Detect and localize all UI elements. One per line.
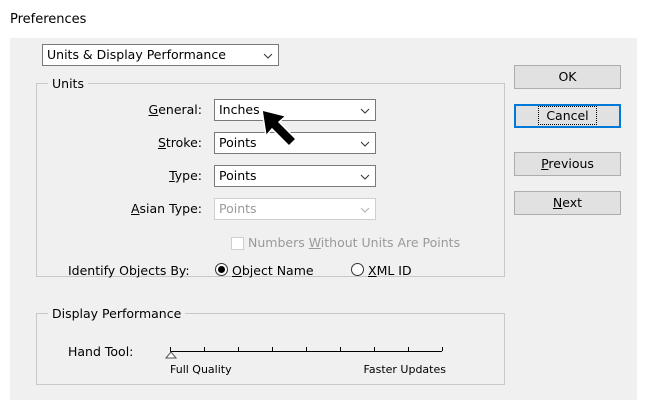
hand-tool-label: Hand Tool: [68,344,134,359]
chevron-down-icon [355,166,375,186]
ok-button[interactable]: OK [514,65,621,89]
numbers-without-units-label: Numbers Without Units Are Points [248,235,461,250]
chevron-down-icon [258,45,278,65]
object-name-label[interactable]: Object Name [232,263,314,278]
xml-id-label[interactable]: XML ID [368,263,412,278]
slider-tick [374,347,375,351]
slider-tick [272,347,273,351]
stroke-units-value: Points [219,135,257,150]
identify-objects-label: Identify Objects By: [68,263,190,278]
numbers-without-units-checkbox [231,237,244,250]
display-performance-legend: Display Performance [48,306,186,321]
xml-id-radio[interactable] [351,263,364,276]
previous-button[interactable]: Previous [514,152,621,176]
window-title: Preferences [10,12,87,27]
section-select-value: Units & Display Performance [47,47,226,62]
slider-right-label: Faster Updates [363,363,446,376]
asian-type-label: Asian Type: [130,201,202,216]
radio-selected-dot [218,266,225,273]
stroke-label: Stroke: [157,135,202,150]
slider-tick [238,347,239,351]
general-label: General: [148,102,202,117]
slider-tick [340,347,341,351]
slider-tick [442,347,443,351]
object-name-radio[interactable] [215,263,228,276]
section-select[interactable]: Units & Display Performance [42,44,279,66]
slider-tick [306,347,307,351]
chevron-down-icon [355,199,375,219]
slider-thumb-icon[interactable] [165,351,177,359]
chevron-down-icon [355,100,375,120]
general-units-value: Inches [219,102,260,117]
chevron-down-icon [355,133,375,153]
next-button[interactable]: Next [514,191,621,215]
hand-tool-slider-track[interactable] [170,351,442,352]
type-units-value: Points [219,168,257,183]
asian-type-units-value: Points [219,201,257,216]
slider-tick [408,347,409,351]
dialog-client-area: Units & Display Performance Units Genera… [10,38,637,400]
asian-type-units-select: Points [214,198,376,220]
units-legend: Units [48,76,88,91]
cancel-button[interactable]: Cancel [514,104,621,128]
slider-tick [204,347,205,351]
slider-left-label: Full Quality [170,363,232,376]
mouse-pointer-icon [261,108,298,148]
type-label: Type: [169,168,202,183]
type-units-select[interactable]: Points [214,165,376,187]
